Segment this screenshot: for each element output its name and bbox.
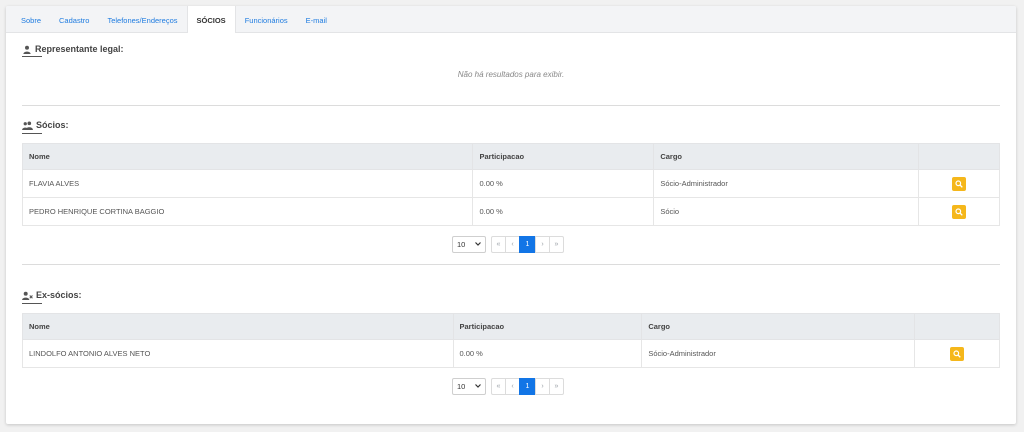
next-page-button[interactable]: › — [535, 235, 550, 253]
search-icon — [953, 349, 961, 358]
view-details-button[interactable] — [950, 346, 965, 361]
cell-cargo: Sócio — [653, 197, 920, 226]
company-details-card: Sobre Cadastro Telefones/Endereços SÓCIO… — [6, 6, 1016, 424]
prev-page-button[interactable]: ‹ — [505, 235, 520, 253]
view-details-button[interactable] — [952, 176, 967, 191]
user-icon — [23, 45, 31, 54]
socios-title-underline — [22, 133, 42, 134]
page-buttons: « ‹ 1 › » — [491, 235, 564, 253]
section-divider — [22, 105, 1000, 106]
tab-socios[interactable]: SÓCIOS — [186, 6, 236, 33]
section-divider — [22, 264, 1000, 265]
ex-socios-title: Ex-sócios: — [22, 290, 82, 300]
column-header-cargo: Cargo — [641, 313, 916, 340]
table-header-row: Nome Participacao Cargo — [22, 313, 1000, 340]
cell-nome: PEDRO HENRIQUE CORTINA BAGGIO — [21, 197, 474, 226]
tab-bar: Sobre Cadastro Telefones/Endereços SÓCIO… — [6, 6, 1016, 33]
first-page-button[interactable]: « — [491, 235, 506, 253]
tab-telefones-enderecos[interactable]: Telefones/Endereços — [98, 6, 186, 32]
socios-table: Nome Participacao Cargo FLAVIA ALVES 0.0… — [21, 143, 1000, 226]
cell-participacao: 0.00 % — [472, 197, 655, 226]
cell-nome: LINDOLFO ANTONIO ALVES NETO — [22, 339, 454, 368]
page-1-button[interactable]: 1 — [519, 377, 536, 395]
table-header-row: Nome Participacao Cargo — [21, 143, 1000, 170]
page-size-select[interactable]: 10 — [452, 377, 486, 395]
first-page-button[interactable]: « — [491, 377, 506, 395]
cell-cargo: Sócio-Administrador — [641, 339, 916, 368]
column-header-participacao: Participacao — [472, 143, 655, 170]
column-header-actions — [918, 143, 1000, 170]
users-icon — [22, 121, 33, 130]
search-icon — [955, 207, 963, 216]
ex-socios-title-underline — [22, 303, 42, 304]
representante-empty-message: Não há resultados para exibir. — [457, 70, 565, 79]
cell-action — [918, 169, 1000, 198]
table-row: PEDRO HENRIQUE CORTINA BAGGIO 0.00 % Sóc… — [21, 197, 1000, 226]
representante-title: Representante legal: — [22, 44, 124, 54]
cell-participacao: 0.00 % — [452, 339, 643, 368]
ex-socios-title-text: Ex-sócios: — [36, 290, 82, 300]
search-icon — [955, 179, 963, 188]
table-row: LINDOLFO ANTONIO ALVES NETO 0.00 % Sócio… — [22, 339, 1000, 368]
page-1-button[interactable]: 1 — [519, 235, 536, 253]
ex-socios-pagination: 10 « ‹ 1 › » — [452, 377, 564, 395]
tab-funcionarios[interactable]: Funcionários — [236, 6, 297, 32]
representante-title-text: Representante legal: — [35, 44, 124, 54]
cell-nome: FLAVIA ALVES — [21, 169, 474, 198]
chevron-down-icon — [475, 242, 481, 246]
cell-action — [918, 197, 1000, 226]
socios-title-text: Sócios: — [36, 120, 69, 130]
ex-socios-table: Nome Participacao Cargo LINDOLFO ANTONIO… — [22, 313, 1000, 368]
last-page-button[interactable]: » — [549, 235, 564, 253]
representante-title-underline — [22, 56, 42, 57]
page-size-select[interactable]: 10 — [452, 235, 486, 253]
tab-cadastro[interactable]: Cadastro — [50, 6, 98, 32]
cell-cargo: Sócio-Administrador — [653, 169, 920, 198]
prev-page-button[interactable]: ‹ — [505, 377, 520, 395]
column-header-cargo: Cargo — [653, 143, 920, 170]
table-row: FLAVIA ALVES 0.00 % Sócio-Administrador — [21, 169, 1000, 198]
user-times-icon — [22, 291, 33, 300]
tab-email[interactable]: E-mail — [297, 6, 336, 32]
column-header-actions — [914, 313, 1000, 340]
page-size-value: 10 — [457, 381, 466, 391]
cell-action — [914, 339, 1000, 368]
page-size-value: 10 — [457, 239, 466, 249]
cell-participacao: 0.00 % — [472, 169, 655, 198]
chevron-down-icon — [475, 384, 481, 388]
page-buttons: « ‹ 1 › » — [491, 377, 564, 395]
socios-title: Sócios: — [22, 120, 69, 130]
last-page-button[interactable]: » — [549, 377, 564, 395]
tab-sobre[interactable]: Sobre — [12, 6, 50, 32]
column-header-nome: Nome — [22, 313, 454, 340]
next-page-button[interactable]: › — [535, 377, 550, 395]
socios-pagination: 10 « ‹ 1 › » — [452, 235, 564, 253]
column-header-nome: Nome — [21, 143, 474, 170]
view-details-button[interactable] — [952, 204, 967, 219]
column-header-participacao: Participacao — [452, 313, 643, 340]
